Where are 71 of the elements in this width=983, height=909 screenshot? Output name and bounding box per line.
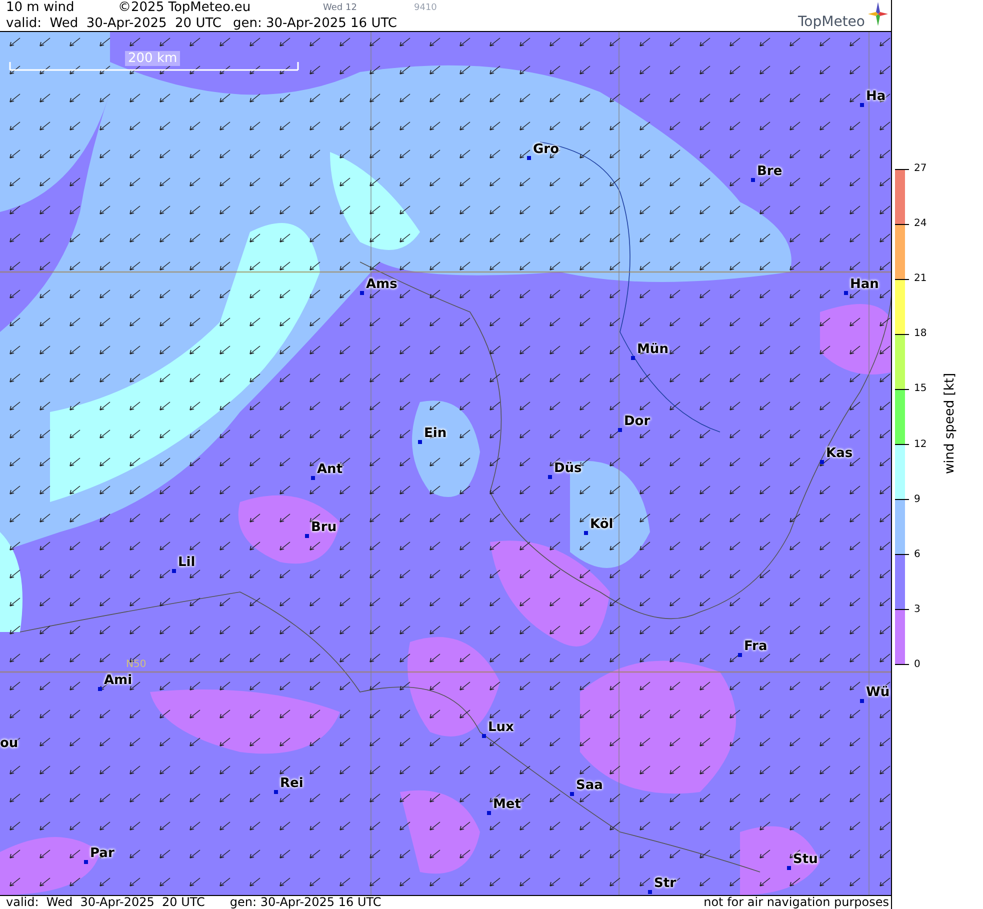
scale-tick-label: 12	[914, 438, 927, 451]
run-label: Wed 12	[323, 3, 357, 13]
code-label: 9410	[414, 3, 437, 13]
city-label: Han	[850, 278, 879, 292]
city-marker-icon	[618, 428, 622, 432]
logo-text: TopMeteo	[798, 14, 865, 30]
city-marker-icon	[844, 291, 848, 295]
latitude-label: N50	[126, 659, 146, 670]
valid-time: valid: Wed 30-Apr-2025 20 UTC	[6, 16, 222, 32]
generated-time: gen: 30-Apr-2025 16 UTC	[230, 896, 382, 909]
city-marker-icon	[98, 687, 102, 691]
city-marker-icon	[631, 356, 635, 360]
city-marker-icon	[487, 811, 491, 815]
scale-tick-label: 3	[914, 604, 920, 616]
map-title: 10 m wind	[6, 0, 74, 16]
city-marker-icon	[548, 475, 552, 479]
city-marker-icon	[584, 531, 588, 535]
city-marker-icon	[787, 866, 791, 870]
city-marker-icon	[860, 103, 864, 107]
city-label: Rei	[280, 777, 304, 791]
compass-star-icon	[868, 2, 888, 26]
city-marker-icon	[305, 534, 309, 538]
scale-tick-label: 0	[914, 658, 920, 671]
city-marker-icon	[360, 291, 364, 295]
city-label: Wü	[866, 686, 890, 700]
city-label: Köl	[590, 518, 614, 532]
legend-title: wind speed [kt]	[942, 372, 958, 474]
city-label: Ams	[366, 278, 398, 292]
scale-tick-label: 24	[914, 218, 927, 230]
city-label: Ami	[104, 674, 132, 688]
city-marker-icon	[860, 699, 864, 703]
city-label: Met	[493, 798, 521, 812]
scale-tick-label: 6	[914, 548, 920, 561]
city-marker-icon	[738, 653, 742, 657]
disclaimer-text: not for air navigation purposes	[704, 896, 889, 909]
city-marker-icon	[648, 890, 652, 894]
generated-time: gen: 30-Apr-2025 16 UTC	[233, 16, 397, 32]
city-marker-icon	[751, 178, 755, 182]
city-label: Kas	[826, 447, 853, 461]
scale-tick-label: 18	[914, 328, 927, 340]
city-label: Gro	[533, 143, 560, 157]
city-label: Ha	[866, 90, 886, 104]
city-label: Bru	[311, 521, 337, 535]
copyright-text: ©2025 TopMeteo.eu	[118, 0, 251, 16]
city-marker-icon	[820, 460, 824, 464]
city-marker-icon	[418, 440, 422, 444]
city-marker-icon	[482, 734, 486, 738]
city-marker-icon	[274, 790, 278, 794]
city-marker-icon	[570, 792, 574, 796]
scale-tick-label: 27	[914, 163, 927, 175]
city-marker-icon	[311, 476, 315, 480]
city-marker-icon	[84, 860, 88, 864]
city-label: Ant	[317, 463, 343, 477]
valid-time: valid: Wed 30-Apr-2025 20 UTC	[6, 896, 205, 909]
city-label: Fra	[744, 640, 768, 654]
city-label: Düs	[554, 462, 582, 476]
city-label: ou	[0, 737, 18, 751]
city-label: Lil	[178, 556, 196, 570]
city-label: Lux	[488, 721, 514, 735]
city-label: Saa	[576, 779, 603, 793]
city-marker-icon	[172, 569, 176, 573]
city-label: Str	[654, 877, 676, 891]
scale-tick-label: 15	[914, 383, 927, 396]
scale-bar-icon	[9, 62, 299, 71]
city-label: Stu	[793, 853, 818, 867]
scale-tick-label: 21	[914, 273, 927, 286]
scale-tick-label: 9	[914, 494, 920, 506]
city-marker-icon	[527, 156, 531, 160]
scale-label: 200 km	[125, 51, 180, 66]
city-label: Bre	[757, 165, 782, 179]
city-label: Dor	[624, 415, 650, 429]
